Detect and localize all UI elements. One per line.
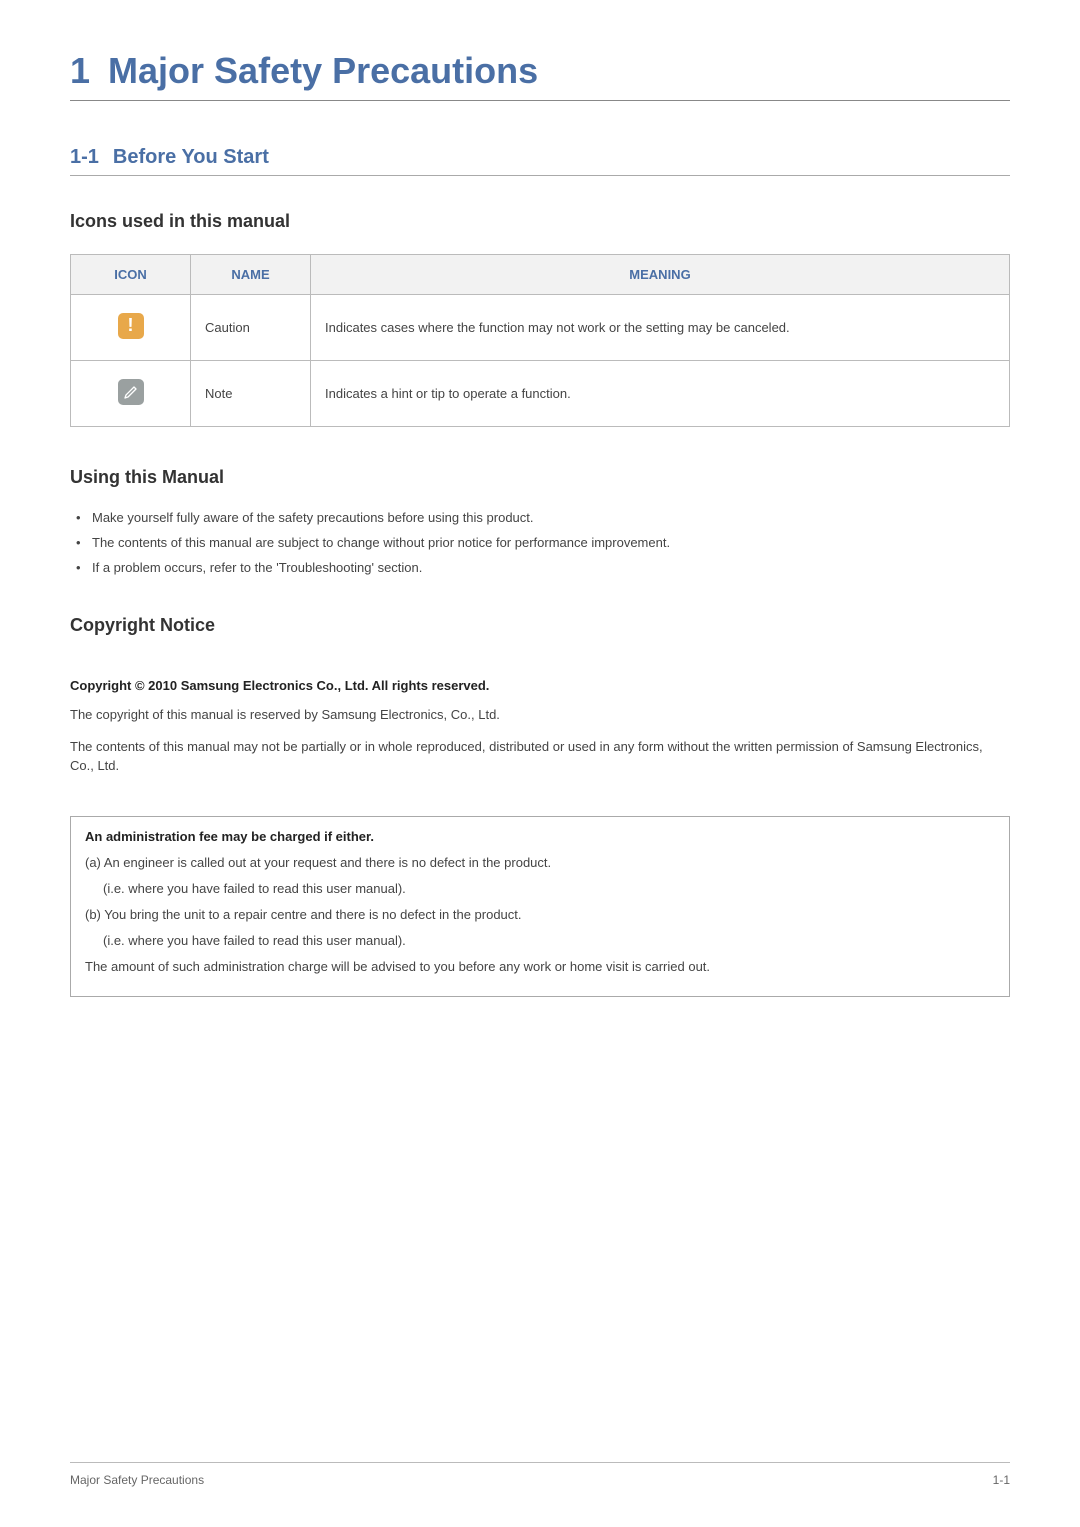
- copyright-heading: Copyright Notice: [70, 615, 1010, 636]
- chapter-divider: [70, 100, 1010, 101]
- icon-name-cell: Caution: [191, 295, 311, 361]
- section-number: 1-1: [70, 146, 99, 168]
- caution-icon: [118, 313, 144, 339]
- copyright-paragraph: The contents of this manual may not be p…: [70, 737, 1010, 776]
- footer-right: 1-1: [993, 1473, 1010, 1487]
- copyright-line-bold: Copyright © 2010 Samsung Electronics Co.…: [70, 678, 1010, 693]
- table-header-name: NAME: [191, 255, 311, 295]
- icons-used-heading: Icons used in this manual: [70, 211, 1010, 232]
- notice-line-b: (b) You bring the unit to a repair centr…: [85, 906, 995, 924]
- using-manual-heading: Using this Manual: [70, 467, 1010, 488]
- section-title: Before You Start: [113, 146, 269, 168]
- list-item: Make yourself fully aware of the safety …: [70, 510, 1010, 525]
- section-header: 1-1 Before You Start: [70, 146, 1010, 169]
- notice-sub-a: (i.e. where you have failed to read this…: [103, 880, 995, 898]
- footer-divider: [70, 1462, 1010, 1463]
- notice-heading: An administration fee may be charged if …: [85, 829, 995, 844]
- notice-line-a: (a) An engineer is called out at your re…: [85, 854, 995, 872]
- icons-table: ICON NAME MEANING Caution Indicates case…: [70, 254, 1010, 427]
- table-row: Note Indicates a hint or tip to operate …: [71, 361, 1010, 427]
- notice-tail: The amount of such administration charge…: [85, 958, 995, 976]
- admin-fee-notice: An administration fee may be charged if …: [70, 816, 1010, 998]
- icon-name-cell: Note: [191, 361, 311, 427]
- page-footer: Major Safety Precautions 1-1: [70, 1462, 1010, 1487]
- table-header-icon: ICON: [71, 255, 191, 295]
- icon-meaning-cell: Indicates cases where the function may n…: [311, 295, 1010, 361]
- footer-left: Major Safety Precautions: [70, 1473, 204, 1487]
- list-item: If a problem occurs, refer to the 'Troub…: [70, 560, 1010, 575]
- chapter-header: 1 Major Safety Precautions: [70, 50, 1010, 92]
- icon-cell: [71, 295, 191, 361]
- icon-cell: [71, 361, 191, 427]
- table-row: Caution Indicates cases where the functi…: [71, 295, 1010, 361]
- note-icon: [118, 379, 144, 405]
- chapter-title: Major Safety Precautions: [108, 50, 538, 91]
- copyright-paragraph: The copyright of this manual is reserved…: [70, 705, 1010, 725]
- using-manual-list: Make yourself fully aware of the safety …: [70, 510, 1010, 575]
- list-item: The contents of this manual are subject …: [70, 535, 1010, 550]
- chapter-number: 1: [70, 50, 90, 91]
- icon-meaning-cell: Indicates a hint or tip to operate a fun…: [311, 361, 1010, 427]
- notice-sub-b: (i.e. where you have failed to read this…: [103, 932, 995, 950]
- table-header-meaning: MEANING: [311, 255, 1010, 295]
- section-divider: [70, 175, 1010, 176]
